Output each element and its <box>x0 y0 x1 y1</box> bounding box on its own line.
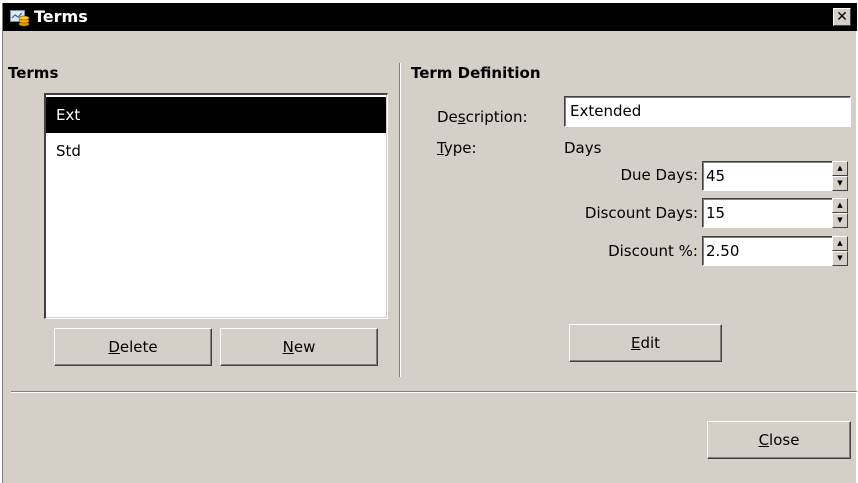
discount-pct-input[interactable]: 2.50 <box>702 236 848 266</box>
term-definition-title: Term Definition <box>411 64 541 82</box>
new-button-label-rest: ew <box>293 338 316 356</box>
footer-divider <box>11 391 857 393</box>
terms-dialog: Terms ✕ Terms Ext Std Delete New Term De… <box>2 3 857 483</box>
description-label-part-b: cription: <box>465 108 528 126</box>
discount-days-input[interactable]: 15 <box>702 198 848 228</box>
app-icon <box>10 8 30 27</box>
due-days-up-icon[interactable]: ▲ <box>832 161 848 176</box>
window-title: Terms <box>34 7 88 26</box>
discount-days-label: Discount Days: <box>584 204 698 222</box>
edit-button[interactable]: Edit <box>569 324 722 362</box>
edit-button-label-rest: dit <box>640 334 661 352</box>
description-label: Description: <box>437 108 528 126</box>
delete-button-label-accel: D <box>108 338 120 356</box>
type-label-accel: T <box>437 139 444 157</box>
list-item-ext[interactable]: Ext <box>46 97 386 133</box>
description-field[interactable]: Extended <box>564 96 851 127</box>
delete-button[interactable]: Delete <box>54 328 212 366</box>
description-label-part-a: De <box>437 108 458 126</box>
edit-button-label: Edit <box>631 334 660 352</box>
due-days-input[interactable]: 45 <box>702 161 848 191</box>
discount-pct-up-icon[interactable]: ▲ <box>832 236 848 251</box>
title-bar[interactable]: Terms ✕ <box>3 3 857 31</box>
discount-days-stepper[interactable]: 15 ▲ ▼ <box>702 198 848 229</box>
delete-button-label-rest: elete <box>119 338 158 356</box>
panel-divider <box>399 63 401 377</box>
close-icon: ✕ <box>836 9 848 25</box>
new-button-label-accel: N <box>282 338 294 356</box>
close-button-label-rest: lose <box>769 431 800 449</box>
discount-pct-down-icon[interactable]: ▼ <box>832 251 848 266</box>
discount-days-up-icon[interactable]: ▲ <box>832 198 848 213</box>
list-item-std[interactable]: Std <box>46 133 386 169</box>
type-label: Type: <box>437 139 477 157</box>
new-button[interactable]: New <box>220 328 378 366</box>
type-value: Days <box>564 139 602 157</box>
due-days-down-icon[interactable]: ▼ <box>832 176 848 191</box>
close-button[interactable]: Close <box>707 421 851 459</box>
due-days-stepper[interactable]: 45 ▲ ▼ <box>702 161 848 192</box>
close-button-label-accel: C <box>758 431 770 449</box>
terms-section-title: Terms <box>8 64 59 82</box>
due-days-label: Due Days: <box>620 166 698 184</box>
discount-days-down-icon[interactable]: ▼ <box>832 213 848 228</box>
type-label-rest: ype: <box>443 139 477 157</box>
terms-list[interactable]: Ext Std <box>44 93 388 319</box>
new-button-label: New <box>283 338 316 356</box>
delete-button-label: Delete <box>108 338 157 356</box>
close-button-label: Close <box>759 431 800 449</box>
discount-pct-label: Discount %: <box>608 242 698 260</box>
close-window-button[interactable]: ✕ <box>833 8 851 26</box>
description-label-accel: s <box>457 108 466 126</box>
discount-pct-stepper[interactable]: 2.50 ▲ ▼ <box>702 236 848 267</box>
